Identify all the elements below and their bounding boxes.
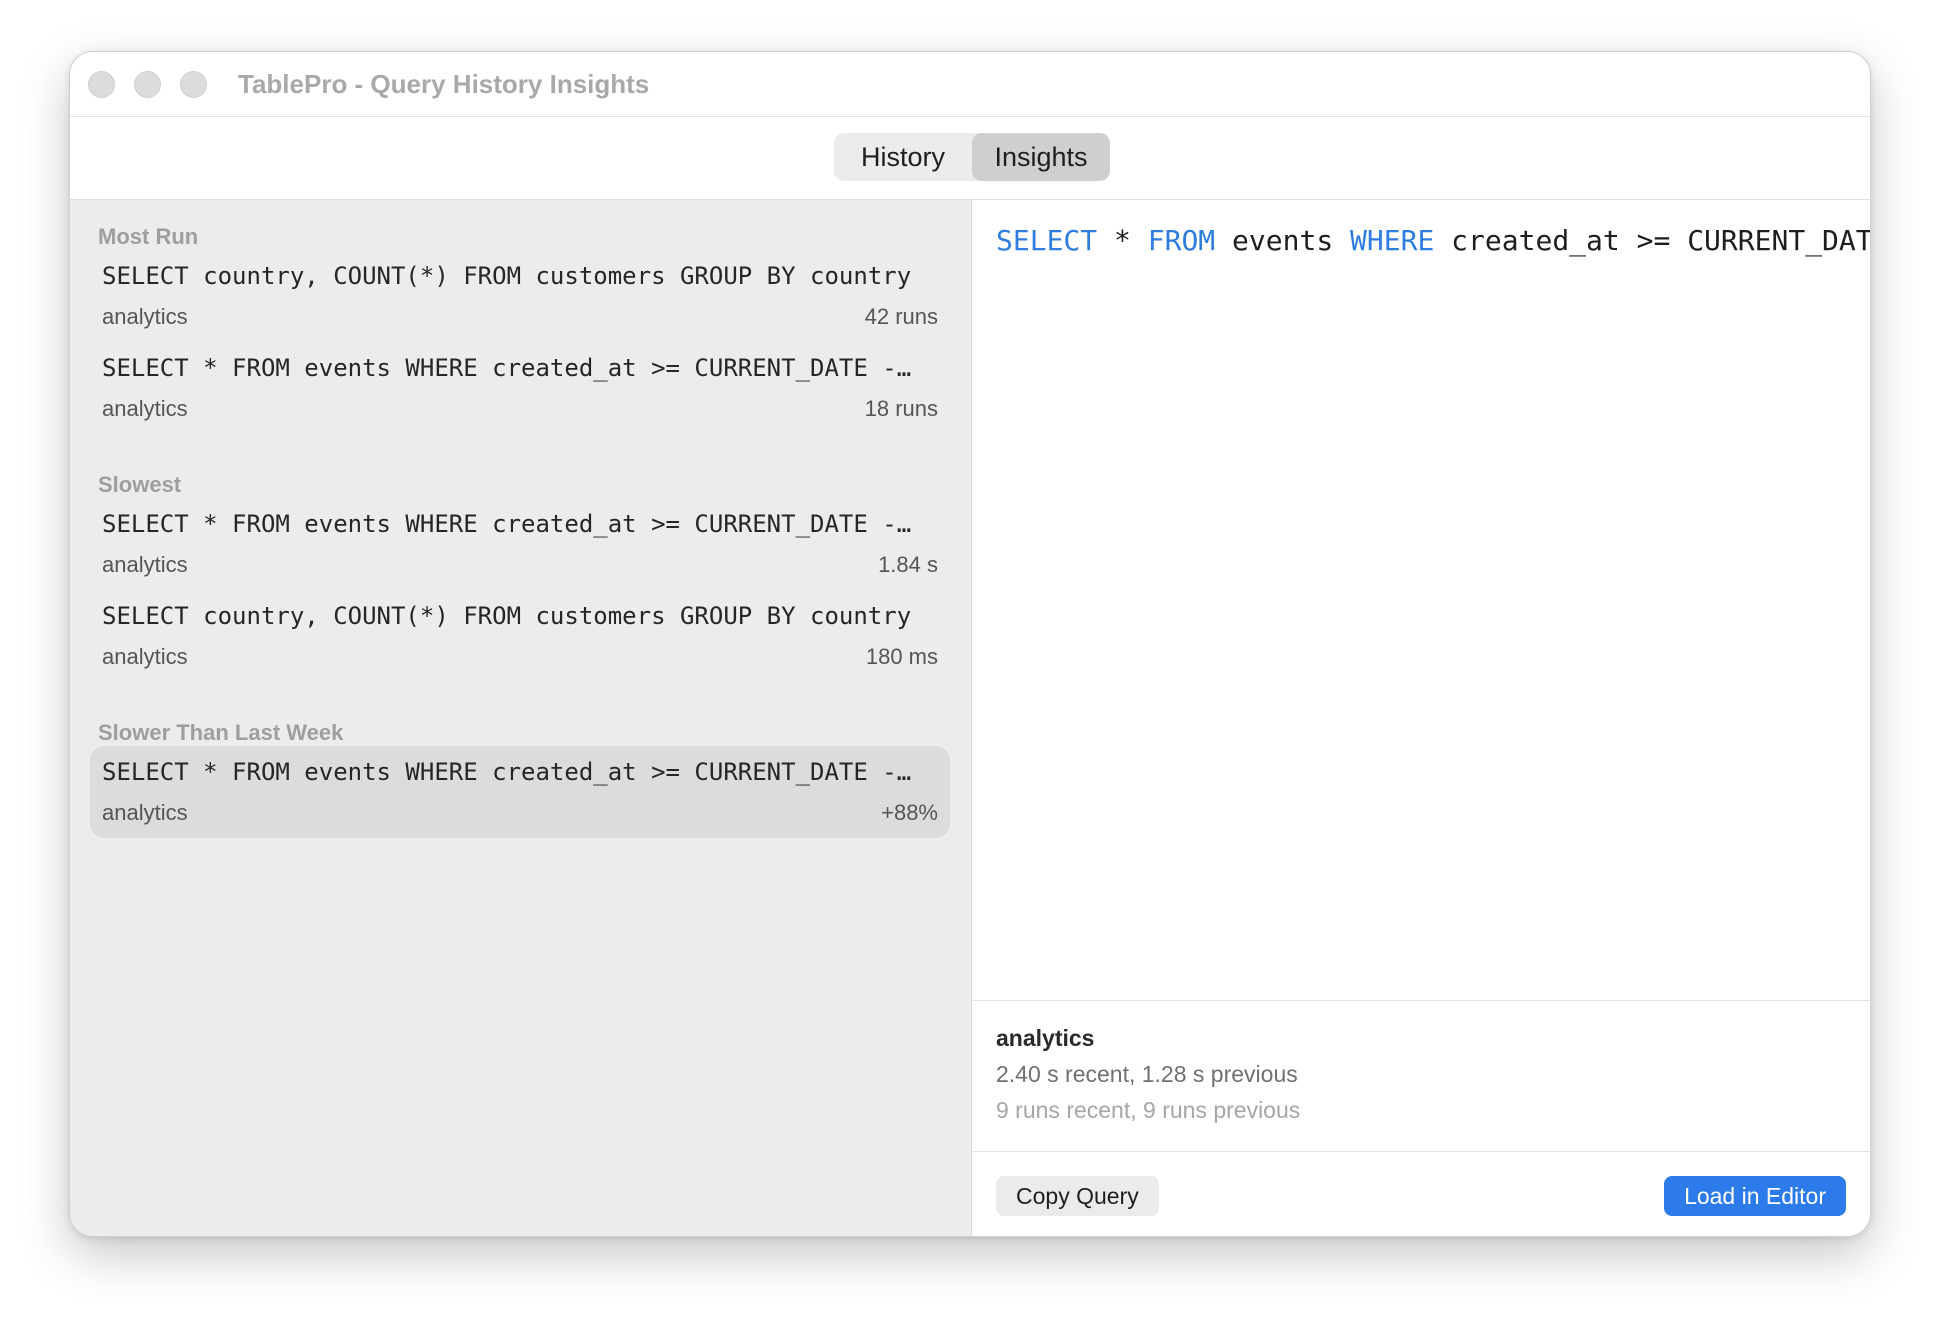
query-code: SELECT * FROM events WHERE created_at >=… xyxy=(996,224,1870,257)
query-preview[interactable]: SELECT * FROM events WHERE created_at >=… xyxy=(972,200,1870,1001)
query-text: SELECT country, COUNT(*) FROM customers … xyxy=(102,602,912,630)
database-label: analytics xyxy=(102,644,188,669)
list-item[interactable]: SELECT * FROM events WHERE created_at >=… xyxy=(90,342,950,434)
section-header-slowest: Slowest xyxy=(98,472,182,497)
metric-value: 42 runs xyxy=(864,304,938,329)
query-text: SELECT * FROM events WHERE created_at >=… xyxy=(102,354,912,382)
database-label: analytics xyxy=(102,304,188,329)
detail-database: analytics xyxy=(996,1025,1095,1051)
database-label: analytics xyxy=(102,800,188,825)
sql-keyword: SELECT xyxy=(996,224,1098,257)
window-title: TablePro - Query History Insights xyxy=(238,69,650,99)
database-label: analytics xyxy=(102,552,188,577)
detail-pane: SELECT * FROM events WHERE created_at >=… xyxy=(972,200,1870,1236)
detail-footer: Copy Query Load in Editor xyxy=(972,1152,1870,1236)
close-window-button[interactable] xyxy=(88,71,115,98)
tab-insights[interactable]: Insights xyxy=(972,133,1110,181)
query-stats: analytics 2.40 s recent, 1.28 s previous… xyxy=(972,1001,1870,1152)
title-bar: TablePro - Query History Insights xyxy=(70,52,1870,117)
toolbar: History Insights xyxy=(70,117,1870,200)
section-header-slower-than-last-week: Slower Than Last Week xyxy=(98,720,344,745)
list-item[interactable]: SELECT * FROM events WHERE created_at >=… xyxy=(90,498,950,590)
database-label: analytics xyxy=(102,396,188,421)
list-item[interactable]: SELECT * FROM events WHERE created_at >=… xyxy=(90,746,950,838)
sql-keyword: FROM xyxy=(1147,224,1216,257)
sql-keyword: WHERE xyxy=(1350,224,1435,257)
query-text: SELECT country, COUNT(*) FROM customers … xyxy=(102,262,912,290)
app-window: TablePro - Query History Insights Histor… xyxy=(69,51,1871,1237)
timing-comparison: 2.40 s recent, 1.28 s previous xyxy=(996,1061,1298,1087)
sql-text: created_at >= CURRENT_DATE - INTERVAL '7… xyxy=(1451,224,1870,257)
section-header-most-run: Most Run xyxy=(98,224,199,249)
copy-query-button[interactable]: Copy Query xyxy=(996,1176,1159,1216)
metric-value: 1.84 s xyxy=(878,552,938,577)
query-text: SELECT * FROM events WHERE created_at >=… xyxy=(102,758,912,786)
insights-sidebar: Most Run SELECT country, COUNT(*) FROM c… xyxy=(70,200,972,1236)
sql-text: * xyxy=(1097,224,1148,257)
list-item[interactable]: SELECT country, COUNT(*) FROM customers … xyxy=(90,250,950,342)
zoom-window-button[interactable] xyxy=(180,71,207,98)
sql-text: events xyxy=(1215,224,1351,257)
tab-history[interactable]: History xyxy=(834,133,972,181)
list-item[interactable]: SELECT country, COUNT(*) FROM customers … xyxy=(90,590,950,682)
runs-comparison: 9 runs recent, 9 runs previous xyxy=(996,1097,1301,1123)
view-segmented-control: History Insights xyxy=(834,133,1110,181)
load-in-editor-button[interactable]: Load in Editor xyxy=(1664,1176,1846,1216)
metric-value: 180 ms xyxy=(865,644,938,669)
minimize-window-button[interactable] xyxy=(134,71,161,98)
metric-value: 18 runs xyxy=(864,396,938,421)
metric-value: +88% xyxy=(881,800,938,825)
query-text: SELECT * FROM events WHERE created_at >=… xyxy=(102,510,912,538)
